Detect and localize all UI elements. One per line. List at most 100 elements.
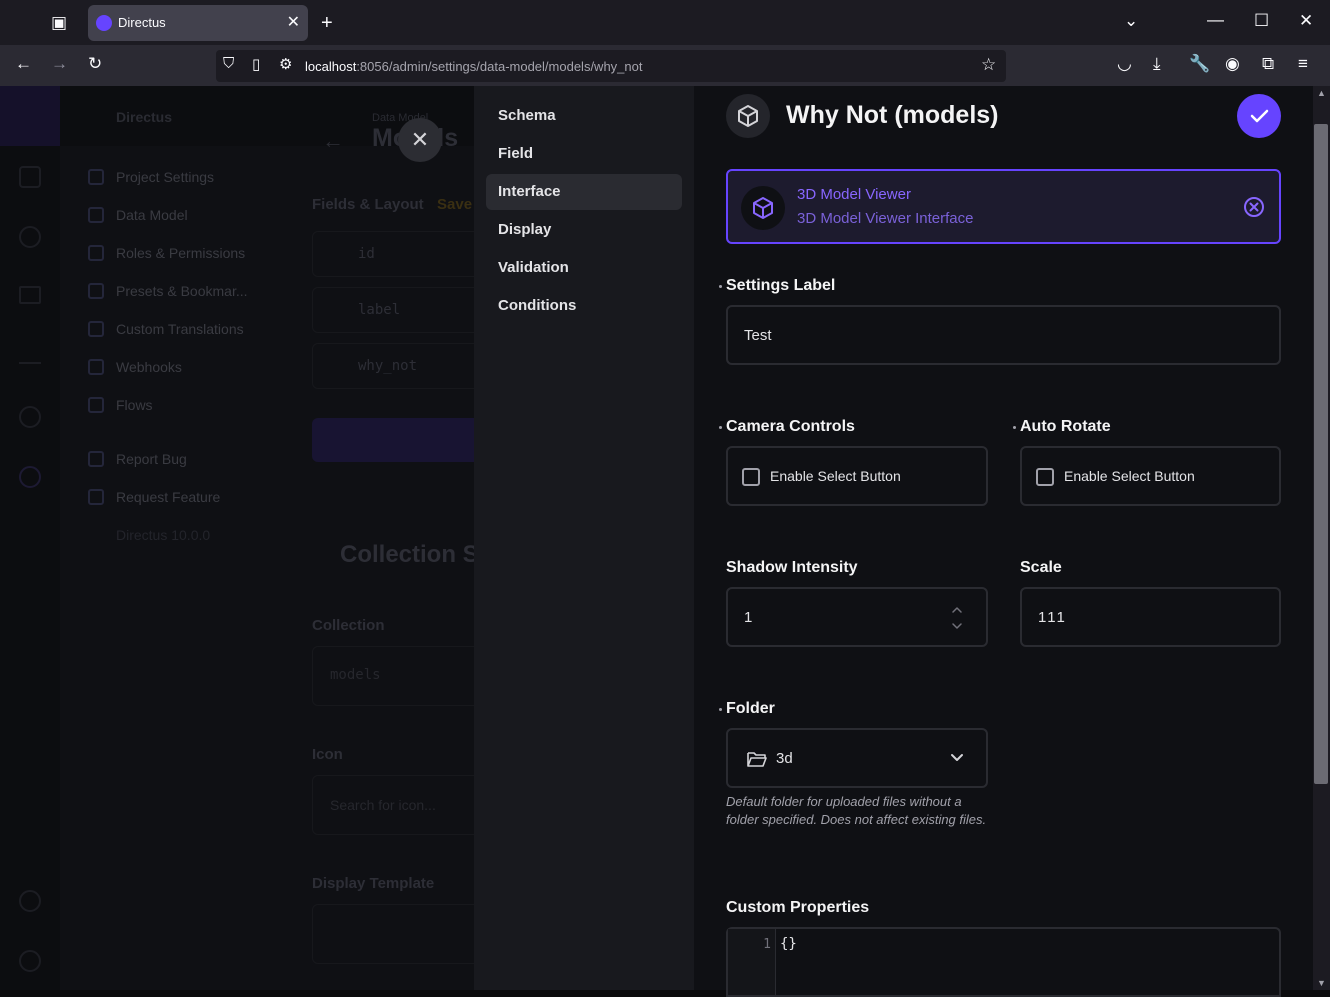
check-icon xyxy=(1250,109,1269,123)
auto-rotate-field[interactable]: Enable Select Button xyxy=(1020,446,1281,506)
folder-value: 3d xyxy=(776,750,793,767)
insights-module-icon[interactable] xyxy=(19,346,41,364)
settings-label-input[interactable]: Test xyxy=(726,305,1281,365)
files-module-icon[interactable] xyxy=(19,286,41,304)
back-icon[interactable]: ← xyxy=(15,54,32,74)
address-bar[interactable]: ⛉ ▯ ⚙ localhost:8056/admin/settings/data… xyxy=(216,50,1006,82)
downloads-icon[interactable]: ⤓ xyxy=(1153,54,1161,74)
nav-request-feature[interactable]: Request Feature xyxy=(116,489,220,505)
settings-label-value: Test xyxy=(744,327,772,344)
settings-label-title: Settings Label xyxy=(726,277,836,294)
folder-open-icon xyxy=(747,752,767,767)
nav-webhooks[interactable]: Webhooks xyxy=(116,359,182,375)
drawer-tab-validation[interactable]: Validation xyxy=(486,250,682,286)
drawer-tab-display[interactable]: Display xyxy=(486,212,682,248)
custom-properties-editor[interactable]: 1 {} xyxy=(726,927,1281,997)
menu-icon[interactable]: ≡ xyxy=(1298,54,1308,74)
bookmark-icon xyxy=(88,283,104,299)
reload-icon[interactable]: ↻ xyxy=(88,54,102,74)
new-tab-icon[interactable]: + xyxy=(321,12,333,35)
required-indicator xyxy=(719,708,722,711)
code-content[interactable]: {} xyxy=(780,936,797,952)
custom-properties-label: Custom Properties xyxy=(726,899,870,916)
pocket-icon[interactable]: ◡ xyxy=(1117,54,1132,74)
cube-icon xyxy=(726,94,770,138)
drawer-tab-interface[interactable]: Interface xyxy=(486,174,682,210)
camera-controls-field[interactable]: Enable Select Button xyxy=(726,446,988,506)
user-avatar-icon[interactable] xyxy=(19,950,41,972)
collection-setup-title: Collection S xyxy=(340,541,479,568)
data-model-icon xyxy=(88,207,104,223)
field-row[interactable]: label xyxy=(312,287,482,333)
line-number: 1 xyxy=(763,937,771,952)
remove-interface-icon[interactable] xyxy=(1243,196,1265,223)
scroll-up-icon[interactable]: ▲ xyxy=(1317,88,1326,98)
tab-close-icon[interactable]: ✕ xyxy=(287,12,300,32)
display-template-input[interactable] xyxy=(312,904,482,964)
collection-label: Collection xyxy=(312,617,385,634)
version-label: Directus 10.0.0 xyxy=(116,527,211,543)
window-close-icon[interactable]: ✕ xyxy=(1299,11,1313,31)
collection-input[interactable]: models xyxy=(312,646,482,706)
forward-icon[interactable]: → xyxy=(51,54,68,74)
notifications-icon[interactable] xyxy=(19,890,41,912)
page-icon[interactable]: ▯ xyxy=(252,55,260,73)
field-row[interactable]: why_not xyxy=(312,343,482,389)
nav-data-model[interactable]: Data Model xyxy=(116,207,188,223)
nav-report-bug[interactable]: Report Bug xyxy=(116,451,187,467)
feature-icon xyxy=(88,489,104,505)
list-all-tabs-icon[interactable]: ⌄ xyxy=(1124,11,1138,31)
nav-flows[interactable]: Flows xyxy=(116,397,153,413)
drawer-tab-field[interactable]: Field xyxy=(486,136,682,172)
nav-roles-permissions[interactable]: Roles & Permissions xyxy=(116,245,245,261)
shadow-intensity-input[interactable]: 1 xyxy=(726,587,988,647)
drawer-tab-schema[interactable]: Schema xyxy=(486,98,682,134)
nav-project-settings[interactable]: Project Settings xyxy=(116,169,214,185)
selected-interface-card[interactable]: 3D Model Viewer 3D Model Viewer Interfac… xyxy=(726,169,1281,244)
brand-name: Directus xyxy=(116,109,173,125)
wrench-icon[interactable]: 🔧 xyxy=(1189,54,1210,74)
profile-icon[interactable]: ◉ xyxy=(1225,54,1240,74)
tab-title: Directus xyxy=(118,15,166,30)
nav-presets-bookmarks[interactable]: Presets & Bookmar... xyxy=(116,283,248,299)
shield-icon[interactable]: ⛉ xyxy=(223,55,234,72)
scroll-down-icon[interactable]: ▼ xyxy=(1317,978,1326,988)
field-row[interactable]: id xyxy=(312,231,482,277)
scale-input[interactable]: 111 xyxy=(1020,587,1281,647)
drawer-title: Why Not (models) xyxy=(786,101,999,129)
interface-description: 3D Model Viewer Interface xyxy=(797,210,974,227)
icon-input[interactable]: Search for icon... xyxy=(312,775,482,835)
users-module-icon[interactable] xyxy=(19,226,41,248)
line-gutter: 1 xyxy=(728,929,776,995)
scrollbar-thumb[interactable] xyxy=(1314,124,1328,784)
settings-module-icon[interactable] xyxy=(19,466,41,488)
auto-rotate-checkbox-label: Enable Select Button xyxy=(1064,468,1195,484)
flows-icon xyxy=(88,397,104,413)
auto-rotate-checkbox[interactable] xyxy=(1036,468,1054,486)
create-field-button[interactable] xyxy=(312,418,482,462)
bug-icon xyxy=(88,451,104,467)
nav-custom-translations[interactable]: Custom Translations xyxy=(116,321,244,337)
camera-controls-label: Camera Controls xyxy=(726,418,855,435)
extensions-icon[interactable]: ⧉ xyxy=(1262,54,1274,74)
save-button[interactable] xyxy=(1237,94,1281,138)
permissions-icon[interactable]: ⚙ xyxy=(279,55,292,73)
close-drawer-button[interactable]: ✕ xyxy=(398,118,442,162)
directus-favicon-icon xyxy=(96,15,112,31)
shadow-intensity-value: 1 xyxy=(744,609,753,626)
tab-overview-icon[interactable]: ▣ xyxy=(51,13,67,33)
bookmark-star-icon[interactable]: ☆ xyxy=(981,55,996,75)
folder-select[interactable]: 3d xyxy=(726,728,988,788)
browser-tab[interactable]: Directus ✕ xyxy=(88,5,308,41)
help-module-icon[interactable] xyxy=(19,406,41,428)
scale-label: Scale xyxy=(1020,559,1062,576)
camera-controls-checkbox[interactable] xyxy=(742,468,760,486)
minimize-icon[interactable]: — xyxy=(1207,10,1224,30)
maximize-icon[interactable]: ☐ xyxy=(1254,11,1269,31)
folder-hint: Default folder for uploaded files withou… xyxy=(726,794,987,827)
drawer-tab-conditions[interactable]: Conditions xyxy=(486,288,682,324)
back-arrow-icon[interactable]: ← xyxy=(322,128,344,154)
stepper-icon[interactable] xyxy=(950,603,964,633)
camera-controls-checkbox-label: Enable Select Button xyxy=(770,468,901,484)
content-module-icon[interactable] xyxy=(19,166,41,188)
